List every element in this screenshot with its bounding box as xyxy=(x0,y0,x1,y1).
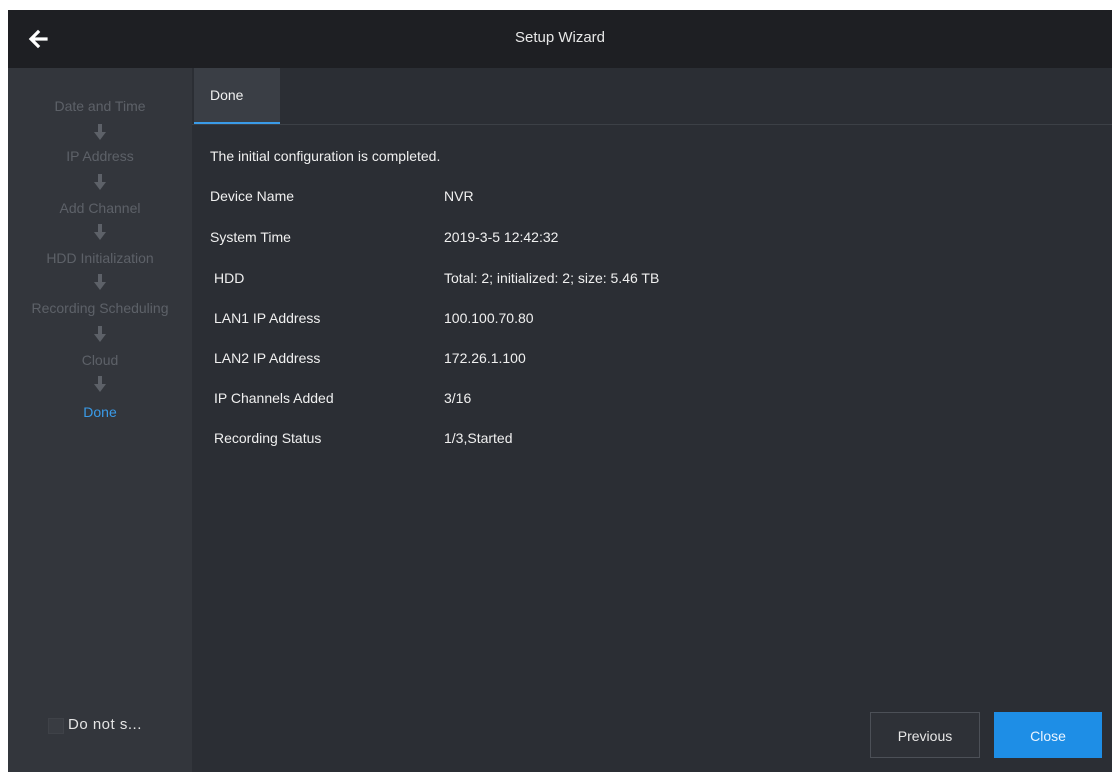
summary-label: Device Name xyxy=(210,188,295,204)
arrow-down-icon xyxy=(94,174,106,190)
summary-value: NVR xyxy=(444,188,474,204)
arrow-down-icon xyxy=(94,274,106,290)
tab-done-label: Done xyxy=(210,87,244,103)
step-done[interactable]: Done xyxy=(8,404,192,420)
step-add-channel[interactable]: Add Channel xyxy=(8,200,192,216)
summary-label: Recording Status xyxy=(214,430,322,446)
summary-value: 2019-3-5 12:42:32 xyxy=(444,229,559,245)
summary-label: HDD xyxy=(214,270,245,286)
setup-wizard-window: Setup Wizard Date and Time IP Address Ad… xyxy=(8,10,1112,772)
summary-value: 1/3,Started xyxy=(444,430,513,446)
title-bar: Setup Wizard xyxy=(8,10,1112,68)
summary-value: 3/16 xyxy=(444,390,472,406)
dont-show-again-checkbox[interactable] xyxy=(48,718,64,734)
summary-value: Total: 2; initialized: 2; size: 5.46 TB xyxy=(444,270,660,286)
window-title: Setup Wizard xyxy=(514,29,606,46)
arrow-down-icon xyxy=(94,224,106,240)
arrow-down-icon xyxy=(94,124,106,140)
completion-message: The initial configuration is completed. xyxy=(210,148,441,164)
step-recording-scheduling[interactable]: Recording Scheduling xyxy=(8,300,192,316)
step-ip-address[interactable]: IP Address xyxy=(8,148,192,164)
arrow-down-icon xyxy=(94,376,106,392)
tab-bar: Done xyxy=(192,68,1112,125)
previous-button[interactable]: Previous xyxy=(870,712,980,758)
summary-value: 172.26.1.100 xyxy=(444,350,526,366)
step-hdd-initialization[interactable]: HDD Initialization xyxy=(8,250,192,266)
summary-label: LAN2 IP Address xyxy=(214,350,321,366)
summary-label: System Time xyxy=(210,229,291,245)
summary-label: IP Channels Added xyxy=(214,390,334,406)
wizard-steps-sidebar: Date and Time IP Address Add Channel HDD… xyxy=(8,68,192,772)
arrow-down-icon xyxy=(94,326,106,342)
tab-done[interactable]: Done xyxy=(194,68,280,124)
close-button[interactable]: Close xyxy=(994,712,1102,758)
step-cloud[interactable]: Cloud xyxy=(8,352,192,368)
summary-label: LAN1 IP Address xyxy=(214,310,321,326)
dont-show-again-label: Do not s... xyxy=(68,716,142,733)
step-date-and-time[interactable]: Date and Time xyxy=(8,98,192,114)
main-panel: Done The initial configuration is comple… xyxy=(192,68,1112,772)
summary-value: 100.100.70.80 xyxy=(444,310,534,326)
